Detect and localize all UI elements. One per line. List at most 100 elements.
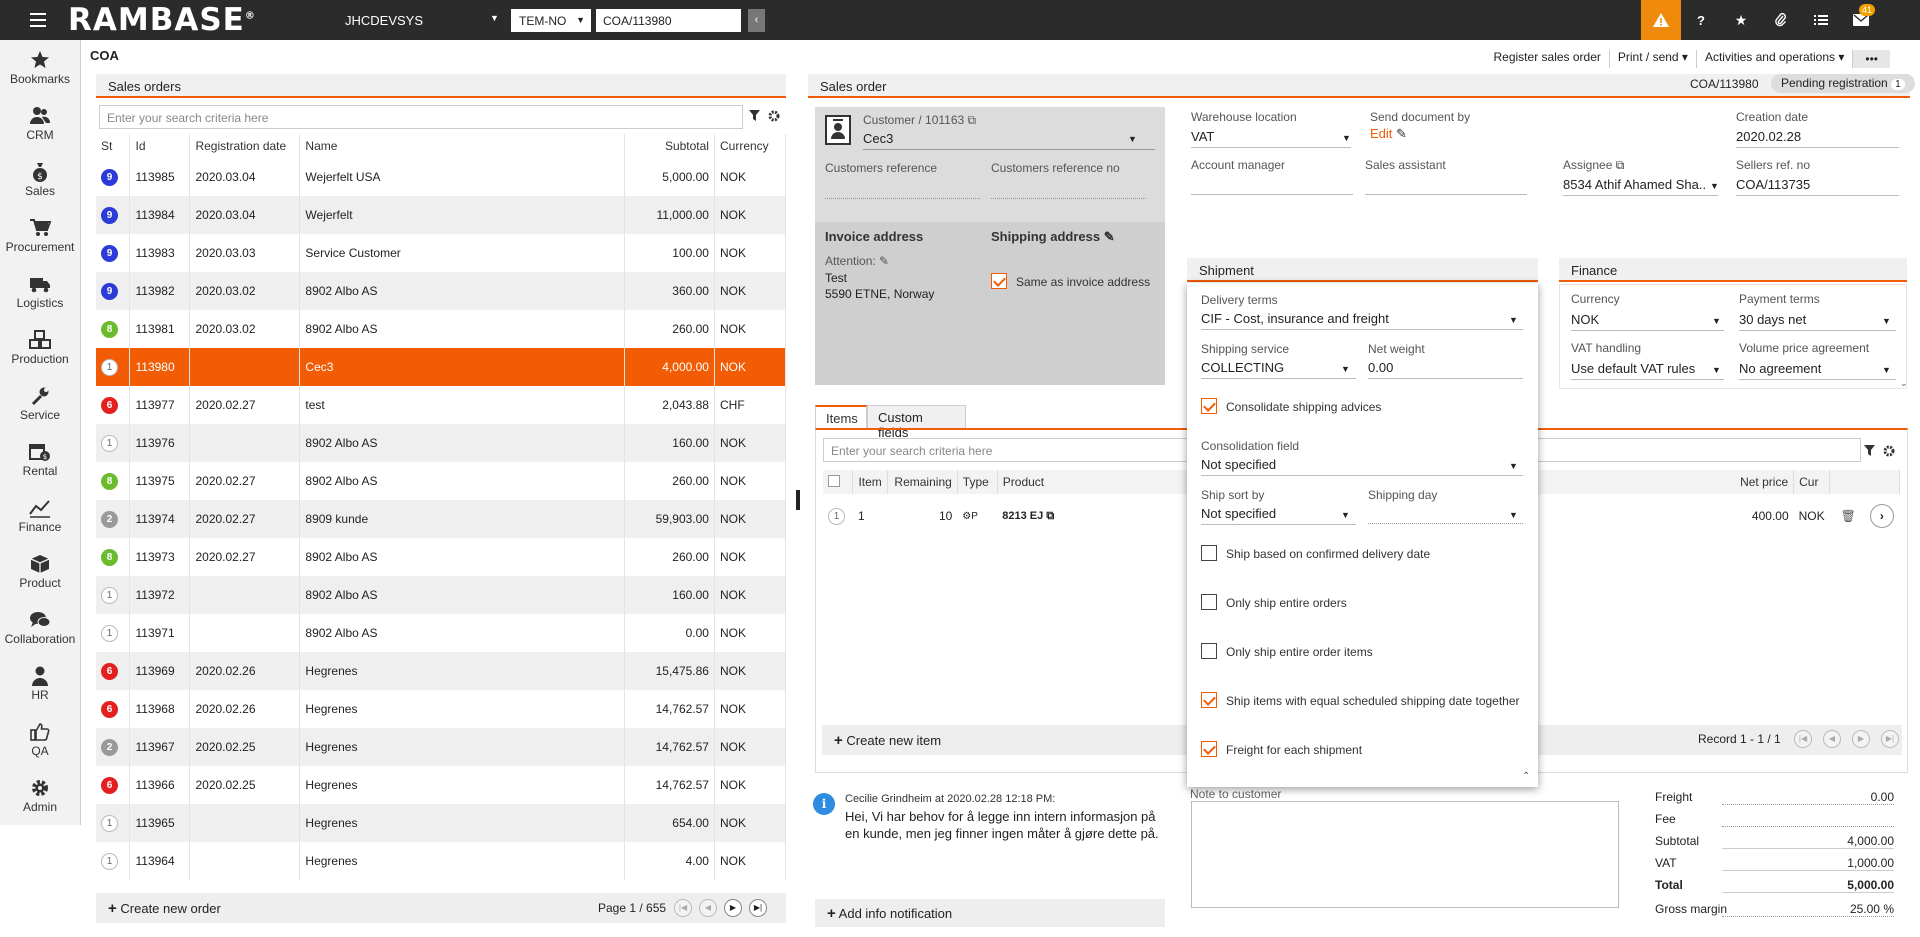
table-row[interactable]: 8 113975 2020.02.27 8902 Albo AS 260.00 NOK — [96, 462, 787, 500]
table-row[interactable]: 1 113976 8902 Albo AS 160.00 NOK — [96, 424, 787, 462]
next-page-button[interactable]: ▶ — [1852, 730, 1870, 748]
delivery-terms-field[interactable]: CIF - Cost, insurance and freight — [1201, 311, 1523, 330]
chevron-down-icon[interactable]: ▼ — [1882, 365, 1891, 375]
table-row[interactable]: 6 113969 2020.02.26 Hegrenes 15,475.86 NOK — [96, 652, 787, 690]
col-header[interactable]: Currency — [714, 134, 787, 158]
add-info-notification-button[interactable]: + Add info notification — [827, 905, 952, 922]
freight-each-shipment-checkbox[interactable] — [1201, 741, 1217, 757]
shipping-day-field[interactable] — [1368, 506, 1523, 524]
nav-sales[interactable]: $ Sales — [0, 152, 80, 208]
help-icon[interactable]: ? — [1681, 0, 1721, 40]
same-as-invoice-checkbox[interactable] — [991, 273, 1007, 289]
collapse-up-icon[interactable]: ⌃ — [1522, 771, 1530, 782]
nav-qa[interactable]: QA — [0, 712, 80, 768]
col-header[interactable]: St — [96, 134, 131, 158]
table-row[interactable]: 9 113985 2020.03.04 Wejerfelt USA 5,000.00 NO… — [96, 158, 787, 196]
trash-icon[interactable]: 🗑 — [1841, 509, 1856, 523]
col-header[interactable]: Subtotal — [624, 134, 715, 158]
table-row[interactable]: 9 113983 2020.03.03 Service Customer 100.00 N… — [96, 234, 787, 272]
chevron-down-icon[interactable]: ▼ — [1882, 316, 1891, 326]
net-weight-field[interactable]: 0.00 — [1368, 360, 1523, 379]
col-header[interactable]: Registration date — [189, 134, 301, 158]
table-row[interactable]: 8 113973 2020.02.27 8902 Albo AS 260.00 NOK — [96, 538, 787, 576]
col-header[interactable]: Name — [299, 134, 626, 158]
nav-rental[interactable]: $ Rental — [0, 432, 80, 488]
table-row[interactable]: 1 113972 8902 Albo AS 160.00 NOK — [96, 576, 787, 614]
chevron-down-icon[interactable]: ▼ — [1342, 133, 1351, 143]
system-name[interactable]: JHCDEVSYS — [345, 13, 423, 28]
nav-collaboration[interactable]: Collaboration — [0, 600, 80, 656]
table-row[interactable]: 9 113982 2020.03.02 8902 Albo AS 360.00 NOK — [96, 272, 787, 310]
vat-handling-field[interactable]: Use default VAT rules — [1571, 361, 1724, 380]
ship-confirmed-date-checkbox[interactable] — [1201, 545, 1217, 561]
prev-page-button[interactable]: ◀ — [1823, 730, 1841, 748]
first-page-button[interactable]: |◀ — [1794, 730, 1812, 748]
open-item-arrow-icon[interactable]: › — [1869, 504, 1894, 528]
activities-menu[interactable]: Activities and operations ▾ — [1697, 50, 1854, 68]
open-link-icon[interactable]: ⧉ — [1046, 510, 1054, 522]
volume-price-field[interactable]: No agreement — [1739, 361, 1896, 380]
last-page-button[interactable]: ▶| — [749, 899, 767, 917]
table-row[interactable]: 1 113965 Hegrenes 654.00 NOK — [96, 804, 787, 842]
ship-entire-orders-checkbox[interactable] — [1201, 594, 1217, 610]
rambase-logo[interactable]: RAMBASE® — [68, 2, 256, 38]
nav-admin[interactable]: Admin — [0, 768, 80, 824]
warning-icon[interactable] — [1641, 0, 1681, 40]
back-button[interactable]: ‹ — [748, 9, 765, 32]
expand-down-icon[interactable]: ⌄ — [1900, 378, 1908, 389]
nav-finance[interactable]: Finance — [0, 488, 80, 544]
chevron-down-icon[interactable]: ▼ — [1509, 315, 1518, 325]
print-send-menu[interactable]: Print / send ▾ — [1610, 50, 1697, 68]
consolidate-shipping-checkbox[interactable] — [1201, 398, 1217, 414]
customer-field[interactable]: Cec3 — [863, 131, 1155, 150]
orders-search-input[interactable]: Enter your search criteria here — [99, 105, 743, 129]
mail-icon[interactable]: 41 — [1841, 0, 1881, 40]
table-row[interactable]: 2 113967 2020.02.25 Hegrenes 14,762.57 NOK — [96, 728, 787, 766]
warehouse-field[interactable]: VAT — [1191, 129, 1351, 148]
next-page-button[interactable]: ▶ — [724, 899, 742, 917]
open-link-icon[interactable]: ⧉ — [1616, 158, 1625, 172]
sales-assistant-field[interactable] — [1365, 177, 1527, 195]
payment-terms-field[interactable]: 30 days net — [1739, 312, 1896, 331]
shipping-service-field[interactable]: COLLECTING — [1201, 360, 1356, 379]
table-row[interactable]: 1 113980 Cec3 4,000.00 NOK — [96, 348, 787, 386]
note-to-customer-textarea[interactable] — [1191, 801, 1619, 908]
currency-field[interactable]: NOK — [1571, 312, 1724, 331]
ship-sort-field[interactable]: Not specified — [1201, 506, 1356, 525]
list-icon[interactable] — [1801, 0, 1841, 40]
col-header[interactable]: Item — [852, 470, 888, 494]
tab-custom-fields[interactable]: Custom fields — [867, 405, 966, 440]
select-all-checkbox[interactable] — [828, 474, 840, 487]
table-row[interactable]: 6 113968 2020.02.26 Hegrenes 14,762.57 NOK — [96, 690, 787, 728]
nav-service[interactable]: Service — [0, 376, 80, 432]
table-row[interactable]: 6 113966 2020.02.25 Hegrenes 14,762.57 NOK — [96, 766, 787, 804]
edit-icon[interactable]: ✎ — [879, 254, 889, 268]
customers-reference-input[interactable] — [825, 181, 980, 199]
table-row[interactable]: 8 113981 2020.03.02 8902 Albo AS 260.00 NOK — [96, 310, 787, 348]
chevron-down-icon[interactable]: ▼ — [1341, 510, 1350, 520]
chevron-down-icon[interactable]: ▼ — [1509, 461, 1518, 471]
panel-splitter[interactable] — [796, 490, 800, 510]
chevron-down-icon[interactable]: ▼ — [1509, 510, 1518, 520]
last-page-button[interactable]: ▶| — [1881, 730, 1899, 748]
chevron-down-icon[interactable]: ▼ — [1341, 364, 1350, 374]
company-select[interactable]: TEM-NO ▼ — [511, 9, 591, 32]
nav-procurement[interactable]: Procurement — [0, 208, 80, 264]
nav-bookmarks[interactable]: Bookmarks — [0, 40, 80, 96]
bookmark-star-icon[interactable]: ★ — [1721, 0, 1761, 40]
sellers-ref-field[interactable]: COA/113735 — [1736, 177, 1899, 196]
consolidation-field[interactable]: Not specified — [1201, 457, 1523, 476]
register-sales-order-button[interactable]: Register sales order — [1486, 50, 1610, 68]
open-link-icon[interactable]: ⧉ — [968, 113, 977, 127]
chevron-down-icon[interactable]: ▼ — [1712, 316, 1721, 326]
creation-date-field[interactable]: 2020.02.28 — [1736, 129, 1899, 148]
chevron-down-icon[interactable]: ▼ — [1128, 134, 1137, 144]
attachment-icon[interactable] — [1761, 0, 1801, 40]
create-new-item-button[interactable]: + Create new item — [834, 732, 941, 749]
account-manager-field[interactable] — [1191, 177, 1353, 195]
col-header[interactable]: Remaining — [887, 470, 958, 494]
first-page-button[interactable]: |◀ — [674, 899, 692, 917]
hamburger-menu-icon[interactable] — [30, 8, 50, 32]
more-actions-button[interactable]: ••• — [1853, 50, 1890, 68]
object-search-input[interactable]: COA/113980 — [596, 9, 741, 32]
